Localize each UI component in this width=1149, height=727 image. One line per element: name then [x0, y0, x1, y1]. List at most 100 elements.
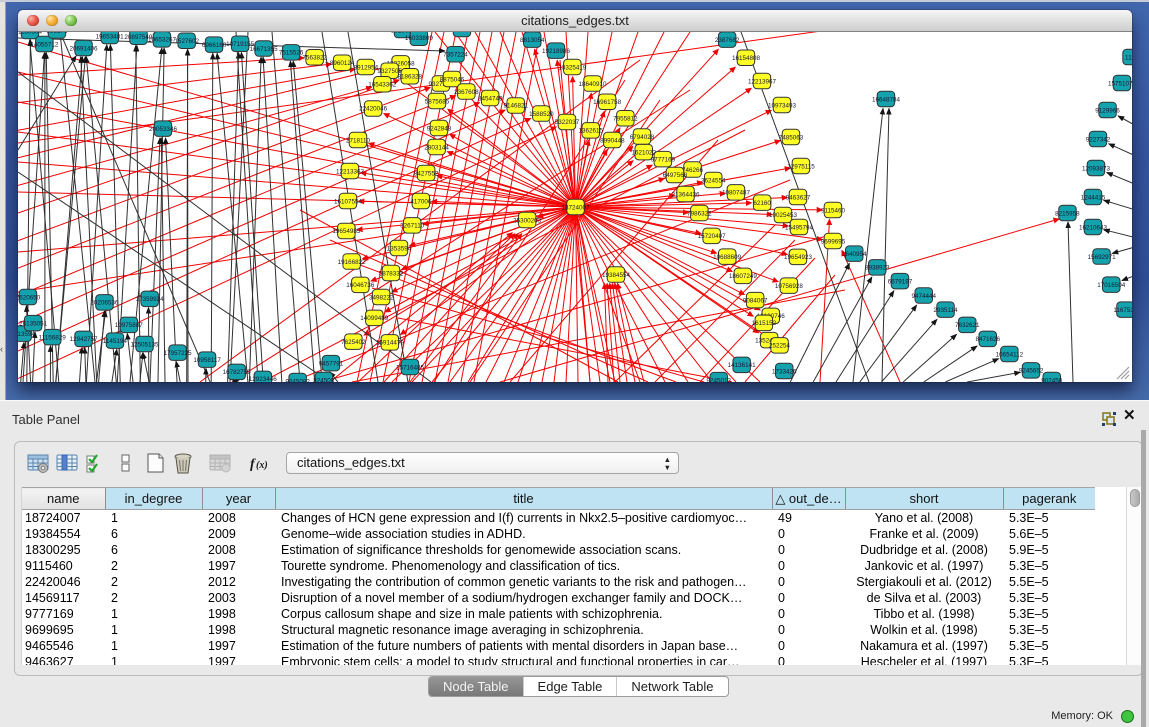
svg-text:2803144: 2803144 — [424, 144, 449, 151]
svg-text:12942757: 12942757 — [70, 336, 99, 343]
svg-text:3913594: 3913594 — [18, 331, 35, 338]
svg-text:8186328: 8186328 — [398, 74, 423, 81]
svg-text:3624554: 3624554 — [701, 177, 726, 184]
svg-text:10807487: 10807487 — [722, 190, 751, 197]
svg-text:12093873: 12093873 — [1082, 165, 1111, 172]
svg-text:2387682: 2387682 — [715, 37, 740, 44]
svg-text:7563822: 7563822 — [302, 55, 327, 62]
svg-text:1588520: 1588520 — [529, 111, 554, 118]
svg-text:1733426: 1733426 — [772, 368, 797, 375]
svg-text:16961758: 16961758 — [593, 99, 622, 106]
svg-text:5322037: 5322037 — [555, 119, 580, 126]
svg-text:20053346: 20053346 — [149, 126, 178, 133]
svg-text:2367608: 2367608 — [454, 89, 479, 96]
svg-text:8875046: 8875046 — [440, 76, 465, 83]
svg-text:252254: 252254 — [769, 343, 791, 350]
svg-text:5878332: 5878332 — [379, 270, 404, 277]
svg-text:10975887: 10975887 — [115, 322, 144, 329]
svg-text:16543362: 16543362 — [368, 82, 397, 89]
svg-text:10653267: 10653267 — [148, 37, 177, 44]
svg-text:16107554: 16107554 — [334, 198, 363, 205]
svg-text:1362615: 1362615 — [578, 128, 603, 135]
svg-text:8454749: 8454749 — [478, 95, 503, 102]
svg-text:1353594: 1353594 — [387, 245, 412, 252]
svg-text:9474444: 9474444 — [912, 293, 937, 300]
svg-text:1640954: 1640954 — [842, 251, 867, 258]
svg-text:15495794: 15495794 — [785, 224, 814, 231]
svg-text:7625402: 7625402 — [341, 339, 366, 346]
svg-text:824508: 824508 — [313, 377, 335, 382]
svg-text:14099489: 14099489 — [360, 315, 389, 322]
svg-text:10756928: 10756928 — [775, 283, 804, 290]
svg-text:6679197: 6679197 — [888, 278, 913, 285]
svg-text:16154808: 16154808 — [732, 55, 761, 62]
svg-text:10025453: 10025453 — [769, 212, 798, 219]
svg-text:17957225: 17957225 — [164, 350, 193, 357]
svg-text:15716485: 15716485 — [396, 364, 425, 371]
svg-text:417006: 417006 — [410, 198, 432, 205]
svg-text:9115460: 9115460 — [821, 207, 846, 214]
svg-text:996176: 996176 — [46, 32, 68, 35]
svg-text:7485063: 7485063 — [779, 134, 804, 141]
svg-text:18607249: 18607249 — [729, 273, 758, 280]
svg-text:9129966: 9129966 — [1095, 107, 1120, 114]
svg-text:2718110: 2718110 — [346, 137, 371, 144]
svg-text:902450: 902450 — [1041, 377, 1063, 382]
svg-text:21364436: 21364436 — [671, 191, 700, 198]
svg-text:8215958: 8215958 — [1055, 210, 1080, 217]
svg-text:9699695: 9699695 — [821, 238, 846, 245]
svg-text:16914479: 16914479 — [376, 340, 405, 347]
svg-text:19218986: 19218986 — [542, 48, 571, 55]
svg-text:6497568: 6497568 — [663, 172, 688, 179]
svg-text:8471626: 8471626 — [976, 336, 1001, 343]
svg-text:18640910: 18640910 — [578, 81, 607, 88]
svg-text:12213967: 12213967 — [748, 78, 777, 85]
svg-text:22420046: 22420046 — [359, 106, 388, 113]
svg-text:13325419: 13325419 — [558, 64, 587, 71]
svg-text:9245013: 9245013 — [707, 377, 732, 382]
svg-text:16046736: 16046736 — [346, 282, 375, 289]
svg-text:25300203: 25300203 — [513, 217, 542, 224]
svg-text:1180304: 1180304 — [18, 32, 43, 35]
svg-text:1621022: 1621022 — [631, 150, 656, 157]
svg-text:18724007: 18724007 — [561, 204, 590, 211]
svg-text:6794028: 6794028 — [630, 134, 655, 141]
svg-text:17359924: 17359924 — [136, 296, 165, 303]
svg-text:1145194: 1145194 — [103, 338, 128, 345]
svg-text:1167533: 1167533 — [1113, 307, 1132, 314]
svg-text:7955812: 7955812 — [613, 116, 638, 123]
svg-text:7515526: 7515526 — [279, 50, 304, 57]
svg-text:8912954: 8912954 — [354, 64, 379, 71]
svg-text:(x): (x) — [256, 460, 268, 471]
svg-text:9146821: 9146821 — [504, 103, 529, 110]
svg-text:16671355: 16671355 — [250, 46, 279, 53]
svg-text:12975115: 12975115 — [787, 163, 815, 170]
svg-text:5875685: 5875685 — [425, 98, 450, 105]
svg-text:7632621: 7632621 — [955, 322, 980, 329]
svg-text:8813054: 8813054 — [520, 37, 545, 44]
svg-text:12505135: 12505135 — [130, 341, 159, 348]
svg-text:16033809: 16033809 — [405, 35, 434, 42]
svg-text:15720407: 15720407 — [698, 233, 727, 240]
svg-text:15692971: 15692971 — [1088, 254, 1117, 261]
svg-text:881305: 881305 — [451, 32, 473, 33]
svg-text:9227342: 9227342 — [1086, 136, 1111, 143]
svg-text:16648784: 16648784 — [872, 96, 901, 103]
svg-text:2620650: 2620650 — [18, 294, 41, 301]
svg-text:7986322: 7986322 — [687, 210, 712, 217]
svg-text:16210643: 16210643 — [1079, 224, 1108, 231]
svg-text:9242848: 9242848 — [427, 125, 452, 132]
svg-text:26135051: 26135051 — [19, 320, 48, 327]
svg-text:10958117: 10958117 — [193, 357, 221, 364]
svg-text:1244415: 1244415 — [1081, 194, 1106, 201]
svg-text:15751074: 15751074 — [1108, 80, 1132, 87]
svg-text:7357224: 7357224 — [443, 52, 468, 59]
svg-text:20206536: 20206536 — [90, 300, 119, 307]
svg-text:1112: 1112 — [1125, 54, 1132, 61]
svg-text:12923446: 12923446 — [249, 376, 278, 382]
svg-text:9457791: 9457791 — [319, 361, 344, 368]
svg-text:19384554: 19384554 — [602, 272, 631, 279]
svg-text:9463627: 9463627 — [786, 194, 811, 201]
svg-text:2935114: 2935114 — [933, 307, 958, 314]
svg-text:10654112: 10654112 — [996, 351, 1024, 358]
